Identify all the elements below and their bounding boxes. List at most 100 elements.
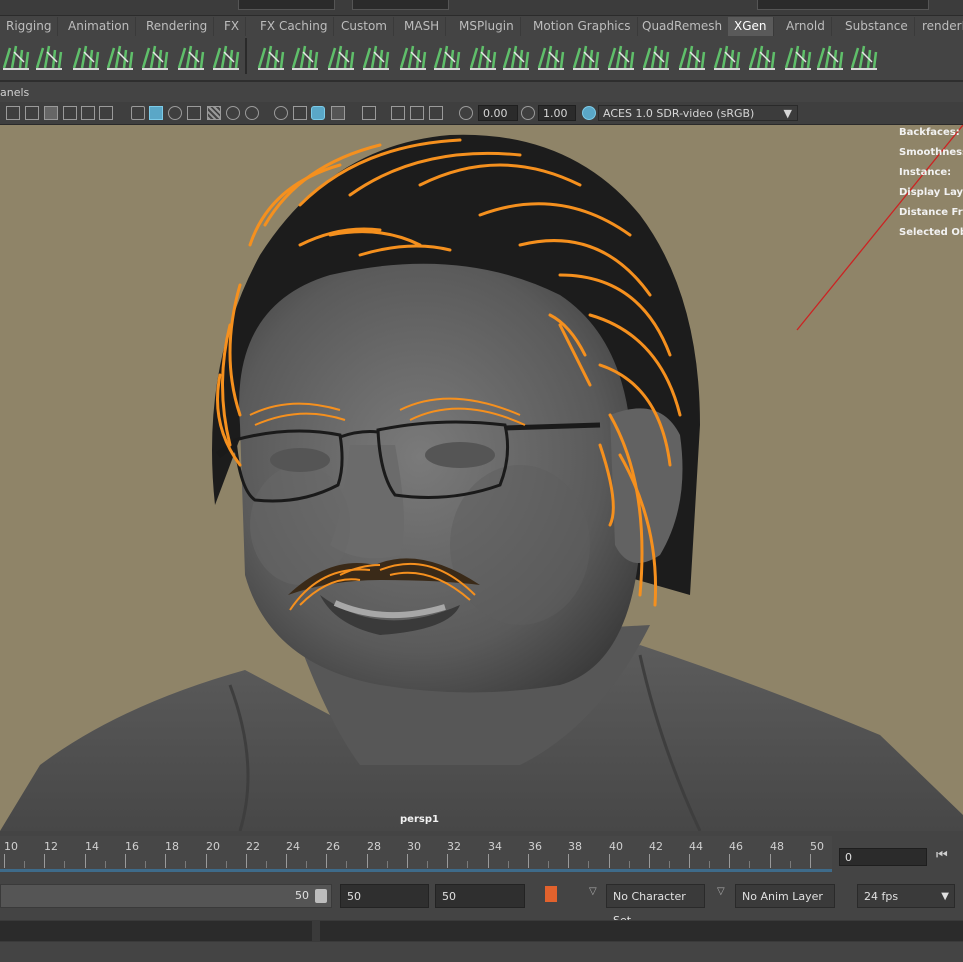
xgen-comb-icon[interactable]: [325, 40, 357, 72]
xgen-grass-select-icon[interactable]: [104, 40, 136, 72]
ambient-occlusion-icon[interactable]: [274, 106, 288, 120]
tab-rigging[interactable]: Rigging: [0, 17, 59, 36]
xray-icon[interactable]: [391, 106, 405, 120]
xgen-grab-icon[interactable]: [535, 40, 567, 72]
frame-tick-label: 48: [770, 840, 784, 853]
range-slider-handle[interactable]: [315, 889, 327, 903]
tab-arnold[interactable]: Arnold: [780, 17, 832, 36]
frame-tick: [488, 854, 489, 868]
tab-renderb[interactable]: renderB: [916, 17, 963, 36]
frame-tick: [770, 854, 771, 868]
xgen-guide-frame-icon[interactable]: [139, 40, 171, 72]
perspective-viewport[interactable]: Backfaces: Smoothness: Instance: Display…: [0, 125, 963, 831]
xgen-collide-icon[interactable]: [782, 40, 814, 72]
anti-aliasing-icon[interactable]: [311, 106, 325, 120]
quick-search-field[interactable]: [757, 0, 929, 10]
tab-quadremesh[interactable]: QuadRemesh: [636, 17, 730, 36]
xgen-grass-icon[interactable]: [0, 40, 32, 72]
isolate-select-icon[interactable]: [362, 106, 376, 120]
exposure-field[interactable]: 0.00: [478, 105, 518, 121]
gamma-field[interactable]: 1.00: [538, 105, 576, 121]
xgen-interactive-groom-icon[interactable]: [255, 40, 287, 72]
xgen-freeze-icon[interactable]: [640, 40, 672, 72]
xgen-smooth-icon[interactable]: [431, 40, 463, 72]
xgen-sculpt-icon[interactable]: [397, 40, 429, 72]
scene-render: [0, 125, 963, 831]
use-lights-icon[interactable]: [226, 106, 240, 120]
tab-substance[interactable]: Substance: [839, 17, 915, 36]
xgen-length-icon[interactable]: [746, 40, 778, 72]
xgen-add-guide-icon[interactable]: [289, 40, 321, 72]
character-set-dropdown[interactable]: No Character Set: [606, 884, 705, 927]
chevron-down-icon[interactable]: ▽: [717, 886, 725, 897]
go-to-start-icon[interactable]: ⏮: [936, 848, 948, 863]
chevron-down-icon[interactable]: ▽: [589, 886, 597, 897]
frame-tick-label: 32: [447, 840, 461, 853]
tab-msplugin[interactable]: MSPlugin: [453, 17, 521, 36]
tab-rendering[interactable]: Rendering: [140, 17, 215, 36]
gamma-icon[interactable]: [521, 106, 535, 120]
playback-end-field[interactable]: 50: [435, 884, 525, 908]
textured-icon[interactable]: [207, 106, 221, 120]
frame-minor-tick: [629, 861, 630, 868]
xgen-guide-move-icon[interactable]: [175, 40, 207, 72]
image-plane-icon[interactable]: [44, 106, 58, 120]
keyframe-icon[interactable]: [545, 886, 557, 902]
depth-of-field-icon[interactable]: [331, 106, 345, 120]
tab-fx-caching[interactable]: FX Caching: [254, 17, 335, 36]
tab-fx[interactable]: FX: [218, 17, 247, 36]
frame-minor-tick: [669, 861, 670, 868]
xgen-clump-icon[interactable]: [570, 40, 602, 72]
xgen-export-icon[interactable]: [210, 40, 242, 72]
frame-tick-label: 20: [206, 840, 220, 853]
frame-tick: [206, 854, 207, 868]
smooth-shade-icon[interactable]: [149, 106, 163, 120]
view-transform-dropdown[interactable]: ACES 1.0 SDR-video (sRGB) ▼: [598, 105, 798, 121]
live-surface-field[interactable]: [238, 0, 335, 10]
frame-tick-label: 30: [407, 840, 421, 853]
current-frame-field[interactable]: 0: [839, 848, 927, 866]
frame-tick-label: 24: [286, 840, 300, 853]
frame-tick-label: 22: [246, 840, 260, 853]
xray-components-icon[interactable]: [429, 106, 443, 120]
motion-blur-icon[interactable]: [293, 106, 307, 120]
xray-joints-icon[interactable]: [410, 106, 424, 120]
color-management-icon[interactable]: [582, 106, 596, 120]
tab-custom[interactable]: Custom: [335, 17, 394, 36]
xgen-select-icon[interactable]: [676, 40, 708, 72]
2d-pan-zoom-icon[interactable]: [63, 106, 77, 120]
xgen-snow-icon[interactable]: [814, 40, 846, 72]
grease-pencil-icon[interactable]: [81, 106, 95, 120]
xgen-noise-icon[interactable]: [467, 40, 499, 72]
xgen-transfer-icon[interactable]: [70, 40, 102, 72]
default-material-icon[interactable]: [168, 106, 182, 120]
tab-motion-graphics[interactable]: Motion Graphics: [527, 17, 638, 36]
xgen-place-icon[interactable]: [360, 40, 392, 72]
xgen-cache-icon[interactable]: [848, 40, 880, 72]
panels-menu[interactable]: anels: [0, 86, 29, 99]
xgen-description-icon[interactable]: [33, 40, 65, 72]
exposure-icon[interactable]: [459, 106, 473, 120]
camera-name-label: persp1: [400, 814, 439, 825]
bookmark-icon[interactable]: [25, 106, 39, 120]
wireframe-icon[interactable]: [131, 106, 145, 120]
frame-tick-label: 16: [125, 840, 139, 853]
tab-xgen[interactable]: XGen: [728, 17, 774, 36]
symmetry-field[interactable]: [352, 0, 449, 10]
fps-dropdown[interactable]: 24 fps ▼: [857, 884, 955, 908]
xgen-cut-icon[interactable]: [500, 40, 532, 72]
tab-mash[interactable]: MASH: [398, 17, 447, 36]
wireframe-on-shaded-icon[interactable]: [187, 106, 201, 120]
animation-end-field[interactable]: 50: [340, 884, 429, 908]
shadows-icon[interactable]: [245, 106, 259, 120]
frame-tick-label: 18: [165, 840, 179, 853]
grid-icon[interactable]: [99, 106, 113, 120]
range-slider[interactable]: 50: [0, 884, 332, 908]
xgen-part-icon[interactable]: [605, 40, 637, 72]
tab-animation[interactable]: Animation: [62, 17, 137, 36]
camera-attributes-icon[interactable]: [6, 106, 20, 120]
command-input[interactable]: [0, 921, 312, 941]
xgen-density-icon[interactable]: [711, 40, 743, 72]
frame-minor-tick: [185, 861, 186, 868]
anim-layer-dropdown[interactable]: No Anim Layer: [735, 884, 835, 908]
